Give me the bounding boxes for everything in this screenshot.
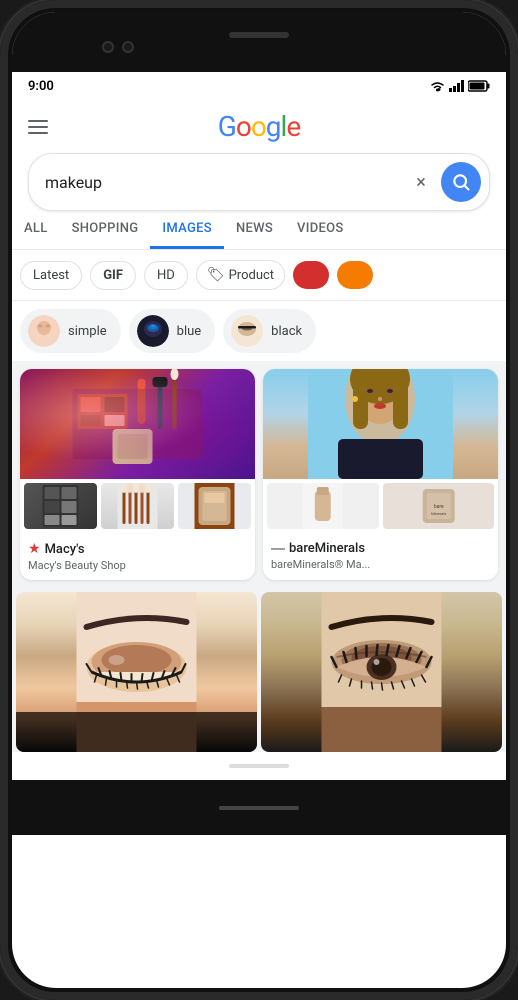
- home-indicator: [12, 752, 506, 780]
- search-icon: [451, 172, 471, 192]
- card-image-bareminerals: [263, 369, 498, 479]
- tab-shopping[interactable]: SHOPPING: [60, 211, 151, 249]
- eye-right-svg: [261, 592, 502, 752]
- logo-o2: o: [251, 110, 266, 143]
- bareminerals-subtitle: bareMinerals® Ma...: [271, 558, 490, 571]
- tab-videos[interactable]: VIDEOS: [285, 211, 356, 249]
- filter-hd-label: HD: [157, 268, 175, 283]
- tab-all[interactable]: ALL: [12, 211, 60, 249]
- suggestion-thumb-simple: [28, 315, 60, 347]
- search-bar[interactable]: makeup ×: [28, 153, 490, 211]
- filter-hd[interactable]: HD: [144, 261, 188, 290]
- suggestion-row: simple blue: [12, 301, 506, 361]
- search-tabs: ALL SHOPPING IMAGES NEWS VIDEOS: [12, 211, 506, 250]
- logo-g: G: [218, 110, 236, 143]
- filter-gif[interactable]: GIF: [90, 261, 136, 290]
- store-name-macys: ★ Macy's: [28, 541, 247, 557]
- svg-text:bare: bare: [433, 504, 443, 510]
- makeup-bg: [20, 369, 255, 479]
- eye-left-svg: [16, 592, 257, 752]
- suggestion-thumb-blue: [137, 315, 169, 347]
- product-tag-icon: 🏷: [207, 267, 225, 283]
- speaker: [229, 32, 289, 38]
- suggestion-blue-label: blue: [177, 324, 202, 339]
- card-thumbnails-macys: [20, 479, 255, 533]
- store-name-bareminerals: bareMinerals: [271, 541, 490, 556]
- filter-product-label: Product: [229, 268, 274, 283]
- hamburger-bar-2: [28, 126, 48, 128]
- macys-subtitle: Macy's Beauty Shop: [28, 559, 247, 572]
- store-dash-icon: [271, 548, 285, 550]
- menu-and-logo: Google: [28, 110, 490, 143]
- google-header: Google makeup ×: [12, 100, 506, 211]
- logo-g2: g: [266, 110, 281, 143]
- suggestion-simple-label: simple: [68, 324, 107, 339]
- grid-image-eye-right[interactable]: [261, 592, 502, 752]
- bareminerals-title: bareMinerals: [289, 541, 365, 556]
- hamburger-bar-3: [28, 132, 48, 134]
- shopping-card-macys[interactable]: ★ Macy's Macy's Beauty Shop: [20, 369, 255, 580]
- tab-news[interactable]: NEWS: [224, 211, 285, 249]
- card-info-bareminerals: bareMinerals bareMinerals® Ma...: [263, 533, 498, 579]
- search-clear-button[interactable]: ×: [405, 166, 437, 198]
- store-star-icon: ★: [28, 541, 41, 557]
- front-camera-left: [102, 41, 114, 53]
- battery-icon: [468, 80, 490, 92]
- card-thumbnails-bareminerals: bare Minerals: [263, 479, 498, 533]
- suggestion-blue[interactable]: blue: [129, 309, 216, 353]
- search-query[interactable]: makeup: [45, 173, 405, 192]
- signal-icon: [449, 80, 464, 92]
- status-bar: 9:00: [12, 72, 506, 100]
- shopping-cards-row: ★ Macy's Macy's Beauty Shop Sponsored i: [12, 361, 506, 588]
- logo-o1: o: [236, 110, 251, 143]
- phone-frame: 9:00: [0, 0, 518, 1000]
- hamburger-menu[interactable]: [28, 120, 48, 134]
- svg-text:Minerals: Minerals: [431, 511, 446, 516]
- tab-images[interactable]: IMAGES: [150, 211, 224, 249]
- filter-color-orange[interactable]: [337, 261, 373, 289]
- macys-title: Macy's: [45, 542, 85, 557]
- front-camera-right: [122, 41, 134, 53]
- image-grid: [12, 588, 506, 752]
- suggestion-thumb-black: [231, 315, 263, 347]
- suggestion-black-label: black: [271, 324, 302, 339]
- thumb-lipstick: [178, 483, 251, 529]
- google-logo: Google: [218, 110, 300, 143]
- hamburger-bar-1: [28, 120, 48, 122]
- makeup-overlay: [20, 369, 255, 479]
- filter-product[interactable]: 🏷 Product: [196, 260, 285, 290]
- suggestion-simple[interactable]: simple: [20, 309, 121, 353]
- model-svg: [263, 369, 498, 479]
- home-indicator-line: [219, 806, 299, 810]
- filter-gif-label: GIF: [103, 268, 123, 283]
- thumb-bm-1: [267, 483, 379, 529]
- thumb-bm-2: bare Minerals: [383, 483, 495, 529]
- logo-e: e: [286, 110, 300, 143]
- filter-color-red[interactable]: [293, 261, 329, 289]
- card-image-macys: [20, 369, 255, 479]
- grid-image-eye-left[interactable]: [16, 592, 257, 752]
- filter-latest-label: Latest: [33, 268, 69, 283]
- card-info-macys: ★ Macy's Macy's Beauty Shop: [20, 533, 255, 580]
- suggestion-black[interactable]: black: [223, 309, 316, 353]
- search-button[interactable]: [441, 162, 481, 202]
- model-bg: [263, 369, 498, 479]
- bottom-bezel: [12, 780, 506, 835]
- status-icons: [430, 80, 490, 92]
- shopping-card-bareminerals[interactable]: Sponsored i: [263, 369, 498, 580]
- filter-latest[interactable]: Latest: [20, 261, 82, 290]
- thumb-brushes: [101, 483, 174, 529]
- wifi-icon: [430, 80, 445, 92]
- status-time: 9:00: [28, 79, 54, 94]
- filter-row: Latest GIF HD 🏷 Product: [12, 250, 506, 301]
- home-bar: [229, 764, 289, 768]
- top-bezel: [12, 12, 506, 72]
- screen: 9:00: [12, 12, 506, 988]
- thumb-palette: [24, 483, 97, 529]
- results-area: ★ Macy's Macy's Beauty Shop Sponsored i: [12, 361, 506, 752]
